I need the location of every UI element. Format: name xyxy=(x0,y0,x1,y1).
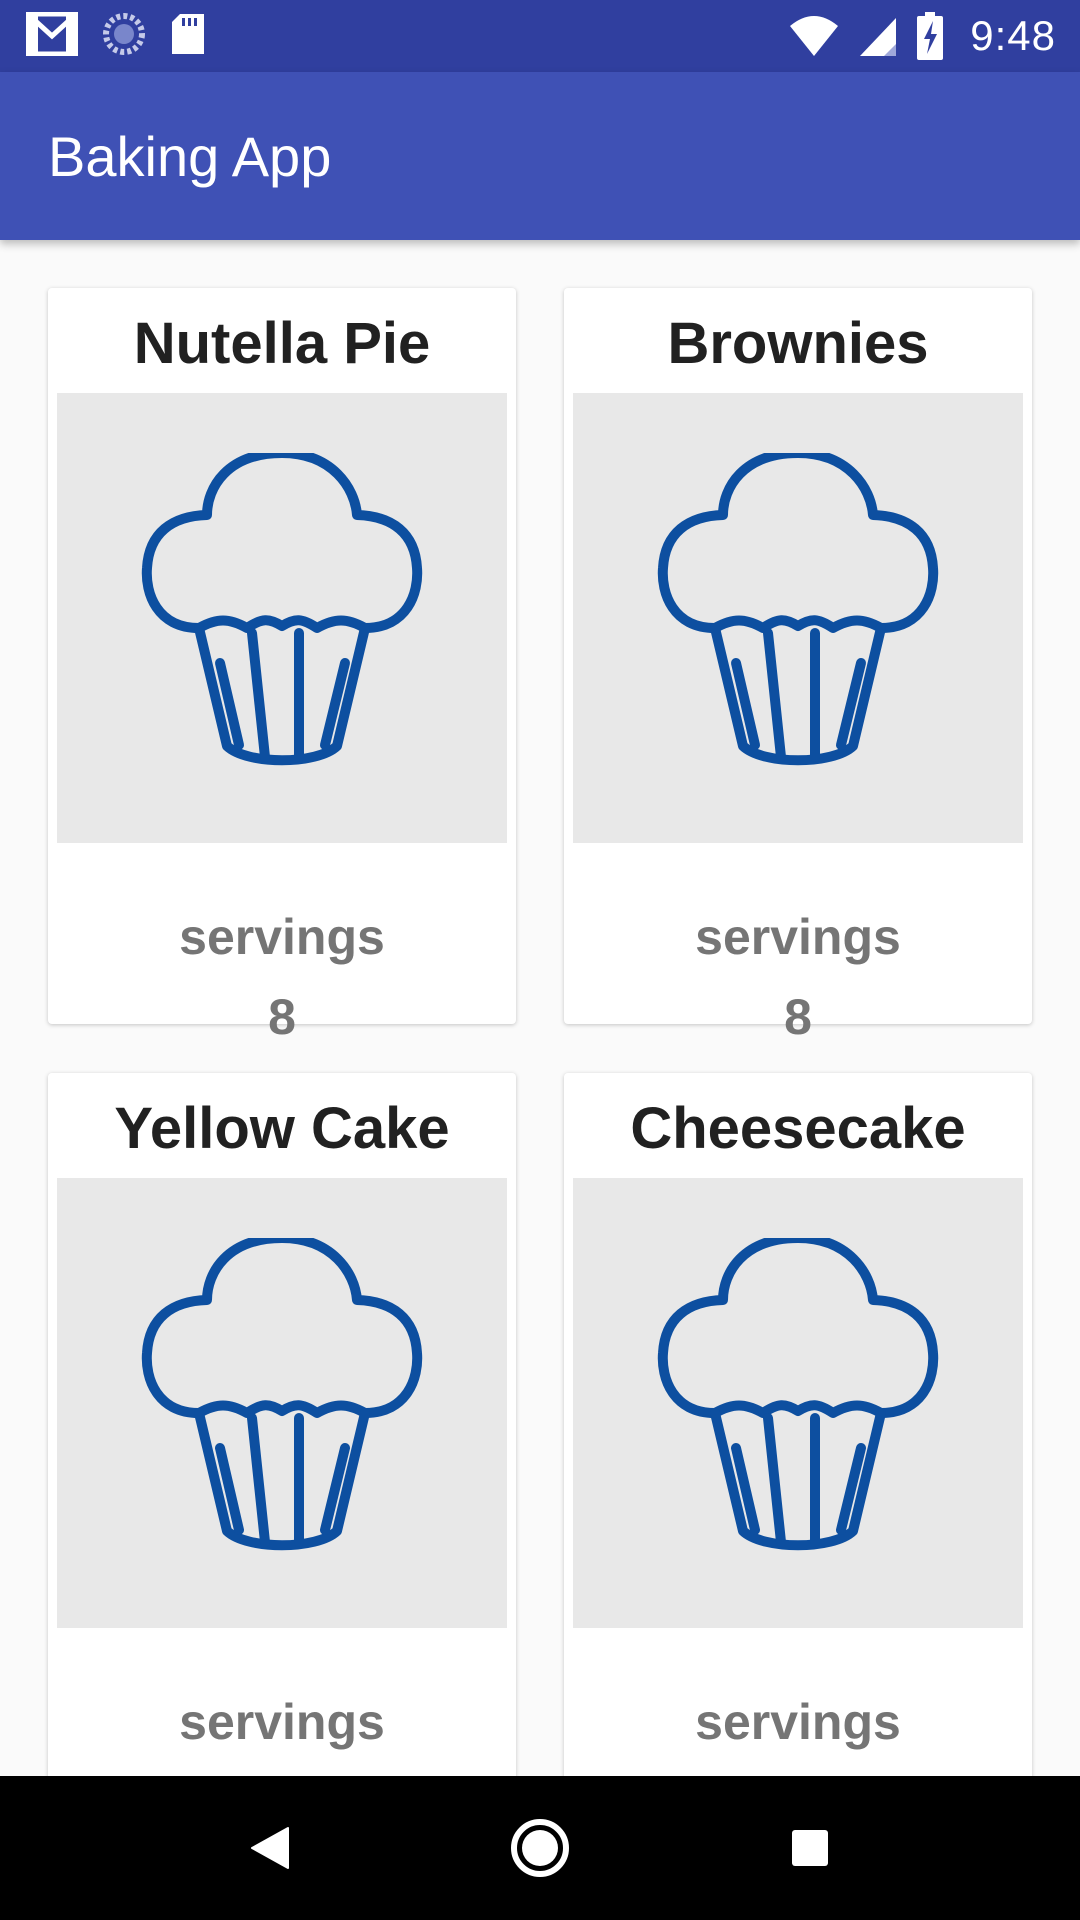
sd-card-icon xyxy=(170,12,206,56)
recipe-image xyxy=(573,393,1023,843)
recipe-image xyxy=(57,393,507,843)
cupcake-icon xyxy=(633,453,963,783)
cupcake-icon xyxy=(633,1238,963,1568)
back-icon xyxy=(251,1827,289,1869)
servings-label: servings xyxy=(695,909,901,965)
recipe-card[interactable]: Cheesecake servings 8 xyxy=(564,1073,1032,1776)
gmail-icon xyxy=(26,12,78,56)
back-button[interactable] xyxy=(234,1812,306,1884)
recents-icon xyxy=(792,1830,828,1866)
recipe-grid: Nutella Pie servings 8 Brownies servings… xyxy=(0,240,1080,1776)
recipe-card[interactable]: Brownies servings 8 xyxy=(564,288,1032,1045)
navigation-bar xyxy=(0,1776,1080,1920)
home-icon xyxy=(511,1819,569,1877)
recipe-name: Yellow Cake xyxy=(114,1096,450,1161)
home-button[interactable] xyxy=(504,1812,576,1884)
servings-value: 8 xyxy=(268,989,296,1045)
signal-icon xyxy=(858,14,898,58)
recipe-image xyxy=(57,1178,507,1628)
servings-label: servings xyxy=(179,909,385,965)
battery-charging-icon xyxy=(916,12,944,60)
servings-label: servings xyxy=(695,1694,901,1750)
recents-button[interactable] xyxy=(774,1812,846,1884)
cupcake-icon xyxy=(117,1238,447,1568)
recipe-name: Brownies xyxy=(667,311,929,376)
status-clock: 9:48 xyxy=(970,12,1056,59)
app-bar: Baking App xyxy=(0,72,1080,240)
cupcake-icon xyxy=(117,453,447,783)
recipe-card[interactable]: Yellow Cake servings 8 xyxy=(48,1073,516,1776)
sync-icon xyxy=(102,12,146,56)
recipe-name: Cheesecake xyxy=(630,1096,966,1161)
recipe-image xyxy=(573,1178,1023,1628)
status-bar: 9:48 xyxy=(0,0,1080,72)
wifi-icon xyxy=(788,14,840,58)
servings-value: 8 xyxy=(784,989,812,1045)
recipe-name: Nutella Pie xyxy=(133,311,431,376)
servings-label: servings xyxy=(179,1694,385,1750)
recipe-card[interactable]: Nutella Pie servings 8 xyxy=(48,288,516,1045)
app-title: Baking App xyxy=(48,125,332,188)
